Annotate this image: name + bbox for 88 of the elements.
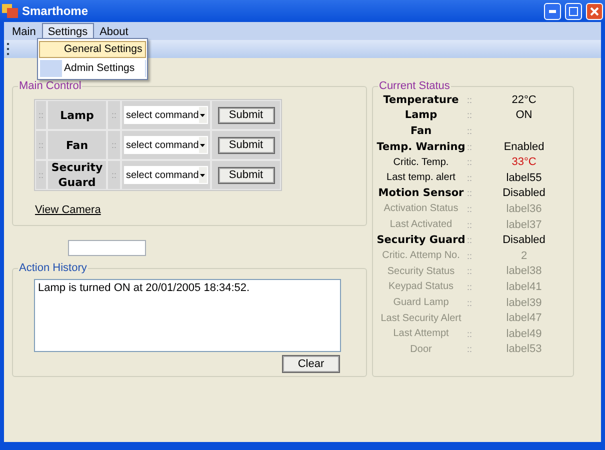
grip-mark: :: (38, 140, 44, 150)
status-label: Temperature (382, 94, 460, 106)
status-value: label36 (505, 202, 543, 215)
close-icon (590, 6, 599, 16)
caret-icon (200, 114, 206, 116)
separator-mark: :: (467, 142, 474, 152)
separator-mark: :: (467, 266, 474, 276)
separator-mark: :: (467, 110, 474, 120)
status-label: Temp. Warning (376, 140, 466, 153)
separator-mark: :: (467, 188, 474, 198)
menu-item[interactable]: About (94, 22, 134, 40)
status-label: Guard Lamp (392, 297, 450, 308)
maximize-icon (569, 6, 578, 16)
status-label: Activation Status (382, 203, 460, 214)
status-label: Last temp. alert (386, 172, 456, 184)
status-value: label38 (505, 265, 543, 278)
status-value: label53 (505, 343, 543, 356)
history-log[interactable]: Lamp is turned ON at 20/01/2005 18:34:52. (34, 279, 341, 352)
group-title: Current Status (378, 80, 451, 92)
separator-mark: :: (467, 250, 474, 261)
status-label: Last Attempt (392, 328, 450, 340)
grip-mark: :: (38, 110, 44, 120)
device-label: Fan (66, 138, 88, 152)
status-value: label49 (505, 328, 543, 340)
separator-mark: :: (467, 172, 474, 183)
view-camera-link[interactable]: View Camera (35, 204, 101, 216)
caret-icon (200, 174, 206, 176)
command-dropdown[interactable]: select command (124, 136, 208, 154)
status-label: Motion Sensor (377, 187, 465, 200)
submit-button[interactable]: Submit (218, 136, 274, 154)
status-label: Door (409, 344, 433, 355)
status-value: label41 (505, 280, 543, 293)
separator-mark: :: (111, 110, 116, 120)
separator-mark: :: (111, 170, 116, 180)
maximize-button[interactable] (565, 2, 582, 20)
status-value: label39 (505, 296, 543, 309)
status-label: Lamp (404, 109, 438, 122)
separator-mark: :: (467, 328, 474, 339)
device-label: Lamp (60, 108, 94, 122)
close-button[interactable] (586, 2, 603, 20)
status-label: Last Activated (388, 219, 454, 230)
status-value: ON (514, 109, 534, 122)
status-value: Disabled (502, 234, 546, 246)
separator-mark: :: (467, 298, 474, 308)
minimize-icon (549, 10, 556, 12)
separator-mark: :: (467, 220, 474, 230)
log-entry: Lamp is turned ON at 20/01/2005 18:34:52. (38, 282, 250, 294)
separator-mark: :: (467, 344, 474, 354)
window-title: Smarthome (22, 4, 90, 18)
menu-item[interactable]: Settings (42, 22, 94, 40)
status-value: Disabled (502, 187, 546, 200)
status-value: label47 (505, 312, 543, 324)
app-icon (2, 4, 18, 18)
grip-mark: :: (38, 170, 44, 180)
menu-item[interactable]: Main (6, 22, 42, 40)
separator-mark: :: (467, 157, 474, 168)
menu-item[interactable]: General Settings (39, 41, 146, 58)
group-title: Action History (18, 262, 88, 274)
status-label: Critic. Attemp No. (381, 250, 461, 262)
status-value: 22°C (510, 94, 538, 106)
status-label: Keypad Status (387, 281, 455, 292)
submit-button[interactable]: Submit (218, 166, 274, 184)
status-label: Critic. Temp. (392, 156, 450, 168)
minimize-button[interactable] (544, 2, 561, 20)
separator-mark: :: (467, 204, 474, 214)
separator-mark: :: (467, 282, 474, 292)
status-value: 2 (520, 250, 528, 262)
separator-mark: :: (467, 126, 474, 136)
text-field[interactable] (68, 240, 146, 256)
clear-button[interactable]: Clear (282, 355, 340, 373)
device-label: Security Guard (50, 160, 104, 190)
status-value: Enabled (502, 140, 546, 153)
status-value: label55 (505, 172, 543, 184)
status-label: Security Status (386, 266, 456, 277)
status-label: Security Guard (376, 234, 466, 246)
separator-mark: :: (467, 235, 474, 246)
status-label: Fan (409, 124, 433, 137)
command-dropdown[interactable]: select command (124, 106, 208, 124)
caret-icon (200, 144, 206, 146)
status-value: label37 (505, 218, 543, 231)
command-dropdown[interactable]: select command (124, 166, 208, 184)
status-value: 33°C (510, 156, 538, 168)
menu-item[interactable]: Admin Settings (39, 60, 146, 77)
submit-button[interactable]: Submit (218, 106, 274, 124)
separator-mark: :: (111, 140, 116, 150)
separator-mark: :: (467, 94, 474, 105)
group-title: Main Control (18, 80, 82, 92)
status-label: Last Security Alert (380, 312, 462, 324)
